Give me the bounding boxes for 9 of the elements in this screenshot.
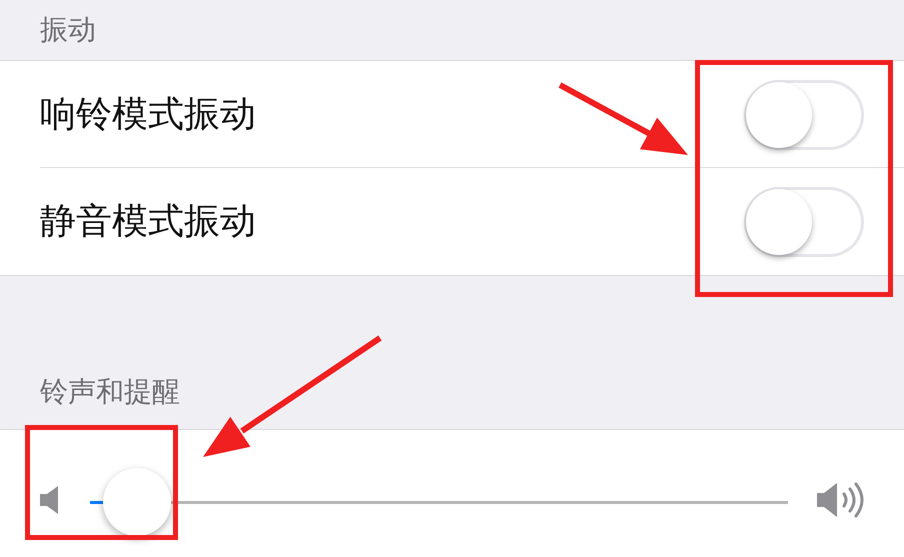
- setting-label: 响铃模式振动: [40, 93, 256, 137]
- toggle-switch[interactable]: [744, 80, 864, 150]
- section-header: 振动: [40, 12, 96, 48]
- speaker-loud-icon: [816, 480, 866, 520]
- section-header: 铃声和提醒: [40, 374, 180, 410]
- volume-slider[interactable]: [90, 468, 788, 536]
- toggle-switch[interactable]: [744, 186, 864, 256]
- setting-label: 静音模式振动: [40, 200, 256, 244]
- slider-thumb[interactable]: [102, 468, 171, 536]
